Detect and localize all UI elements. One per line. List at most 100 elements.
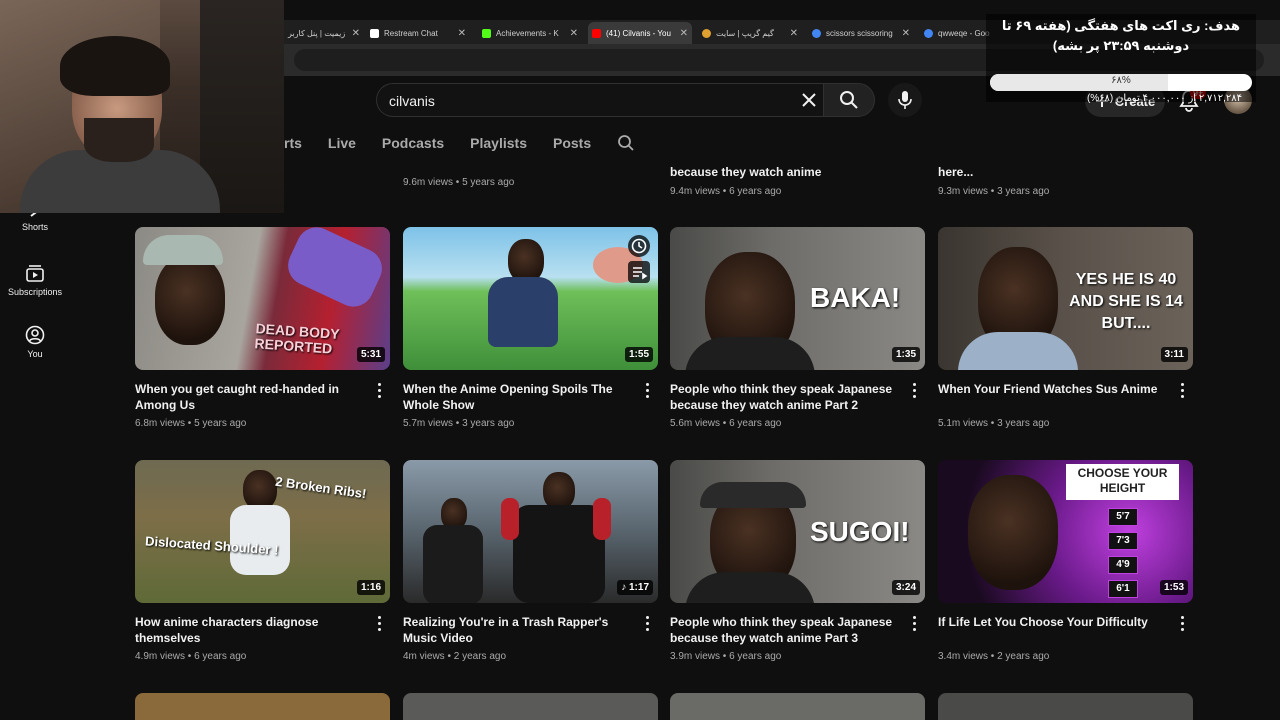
video-thumbnail[interactable] <box>135 693 390 720</box>
tab-shorts[interactable]: rts <box>284 135 302 151</box>
video-title[interactable]: When you get caught red-handed in Among … <box>135 381 367 413</box>
close-icon[interactable]: ✕ <box>570 28 578 39</box>
tab-live[interactable]: Live <box>328 135 356 151</box>
video-thumbnail[interactable]: BAKA! 1:35 <box>670 227 925 370</box>
video-card[interactable]: YES HE IS 40 AND SHE IS 14 BUT.... 3:11 … <box>938 227 1193 429</box>
user-icon <box>25 325 45 345</box>
video-title[interactable]: because they watch anime <box>670 165 821 179</box>
video-title[interactable]: When the Anime Opening Spoils The Whole … <box>403 381 635 413</box>
video-card[interactable]: 1:55 When the Anime Opening Spoils The W… <box>403 227 658 429</box>
site-icon <box>702 28 711 38</box>
browser-tab[interactable]: گیم گریپ | سایت ✕ <box>698 22 802 44</box>
search-input[interactable]: cilvanis <box>389 93 435 109</box>
browser-tab[interactable]: scissors scissoring ✕ <box>808 22 914 44</box>
watch-later-icon[interactable] <box>628 235 650 257</box>
video-card[interactable]: BAKA! 1:35 People who think they speak J… <box>670 227 925 429</box>
close-icon[interactable]: ✕ <box>790 28 798 39</box>
video-thumbnail[interactable] <box>938 693 1193 720</box>
google-icon <box>924 28 933 38</box>
duration-badge: 3:24 <box>891 580 920 595</box>
video-card[interactable]: DEAD BODY REPORTED 5:31 When you get cau… <box>135 227 390 429</box>
clear-search-button[interactable] <box>796 87 822 113</box>
video-thumbnail[interactable]: YES HE IS 40 AND SHE IS 14 BUT.... 3:11 <box>938 227 1193 370</box>
browser-tab[interactable]: زیمیت | پنل کاربر ✕ <box>284 22 364 44</box>
height-option: 7'3 <box>1108 532 1138 550</box>
headband <box>700 482 806 508</box>
more-options-icon[interactable] <box>907 381 921 399</box>
youtube-icon <box>592 28 601 38</box>
height-option: 5'7 <box>1108 508 1138 526</box>
video-thumbnail[interactable]: SUGOI! 3:24 <box>670 460 925 603</box>
close-icon[interactable]: ✕ <box>680 28 688 39</box>
video-thumbnail[interactable] <box>403 693 658 720</box>
video-title[interactable]: People who think they speak Japanese bec… <box>670 381 902 413</box>
channel-tabs: rts Live Podcasts Playlists Posts <box>284 128 635 158</box>
add-to-queue-icon[interactable] <box>628 261 650 283</box>
video-card[interactable]: ♪ 1:17 Realizing You're in a Trash Rappe… <box>403 460 658 662</box>
video-title[interactable]: How anime characters diagnose themselves <box>135 614 367 646</box>
more-options-icon[interactable] <box>1175 381 1189 399</box>
browser-tab[interactable]: Restream Chat ✕ <box>366 22 470 44</box>
video-thumbnail[interactable]: 2 Broken Ribs! Dislocated Shoulder ! 1:1… <box>135 460 390 603</box>
video-title[interactable]: Realizing You're in a Trash Rapper's Mus… <box>403 614 635 646</box>
restream-icon <box>370 28 379 38</box>
more-options-icon[interactable] <box>640 381 654 399</box>
height-option: 4'9 <box>1108 556 1138 574</box>
voice-search-button[interactable] <box>888 83 922 117</box>
browser-tab-active[interactable]: (41) Cilvanis - You ✕ <box>588 22 692 44</box>
tab-playlists[interactable]: Playlists <box>470 135 527 151</box>
video-card[interactable]: SUGOI! 3:24 People who think they speak … <box>670 460 925 662</box>
subscriptions-icon <box>26 265 44 282</box>
tab-podcasts[interactable]: Podcasts <box>382 135 444 151</box>
search-icon[interactable] <box>617 134 635 152</box>
browser-tab[interactable]: Achievements - K ✕ <box>478 22 582 44</box>
tab-posts[interactable]: Posts <box>553 135 591 151</box>
sidebar-item-subscriptions[interactable]: Subscriptions <box>0 263 70 297</box>
video-title[interactable]: If Life Let You Choose Your Difficulty <box>938 614 1170 646</box>
duration-badge: 5:31 <box>356 347 385 362</box>
more-options-icon[interactable] <box>1175 614 1189 632</box>
video-thumbnail[interactable]: 1:55 <box>403 227 658 370</box>
goal-amount: ۲,۷۱۲,۲۸۴ از ۴,۰۰۰,۰۰۰ تومان (۶۸%) <box>1086 93 1242 104</box>
sidebar-item-you[interactable]: You <box>0 325 70 359</box>
video-thumbnail[interactable]: DEAD BODY REPORTED 5:31 <box>135 227 390 370</box>
video-meta: because they watch anime 9.4m views • 6 … <box>670 165 822 197</box>
close-icon[interactable]: ✕ <box>458 28 466 39</box>
duration-badge: 1:35 <box>891 347 920 362</box>
kick-icon <box>482 28 491 38</box>
video-meta: 9.6m views • 5 years ago <box>403 177 515 188</box>
video-title[interactable]: here... <box>938 165 1049 179</box>
microphone-icon <box>898 91 912 109</box>
close-icon[interactable]: ✕ <box>902 28 910 39</box>
more-options-icon[interactable] <box>372 381 386 399</box>
duration-badge: 1:55 <box>624 347 653 362</box>
search-icon <box>840 91 858 109</box>
goal-title: هدف: ری اکت های هفتگی (هفته ۶۹ تا دوشنبه… <box>1001 18 1241 53</box>
video-thumbnail[interactable]: ♪ 1:17 <box>403 460 658 603</box>
video-title[interactable]: People who think they speak Japanese bec… <box>670 614 902 646</box>
more-options-icon[interactable] <box>372 614 386 632</box>
hoodie <box>488 277 558 347</box>
more-options-icon[interactable] <box>640 614 654 632</box>
video-card[interactable]: 2 Broken Ribs! Dislocated Shoulder ! 1:1… <box>135 460 390 662</box>
thumbnail-caption: SUGOI! <box>810 516 910 547</box>
duration-badge: 1:53 <box>1159 580 1188 595</box>
duration-badge: ♪ 1:17 <box>617 580 653 595</box>
close-icon[interactable]: ✕ <box>352 28 360 39</box>
search-button[interactable] <box>823 83 875 117</box>
video-card[interactable]: CHOOSE YOUR HEIGHT 5'7 7'3 4'9 6'1 1:53 … <box>938 460 1193 662</box>
donation-goal-overlay: هدف: ری اکت های هفتگی (هفته ۶۹ تا دوشنبه… <box>986 14 1256 104</box>
video-thumbnail[interactable] <box>670 693 925 720</box>
goal-progress-bar: ۶۸% <box>990 74 1252 91</box>
webcam-overlay <box>0 0 284 213</box>
video-thumbnail[interactable]: CHOOSE YOUR HEIGHT 5'7 7'3 4'9 6'1 1:53 <box>938 460 1193 603</box>
video-title[interactable]: When Your Friend Watches Sus Anime <box>938 381 1170 413</box>
thumbnail-caption: CHOOSE YOUR HEIGHT <box>1077 466 1168 495</box>
height-option: 6'1 <box>1108 580 1138 598</box>
duration-badge: 1:16 <box>356 580 385 595</box>
thumbnail-caption: BAKA! <box>810 282 901 313</box>
search-box[interactable]: cilvanis <box>376 83 823 117</box>
thumbnail-caption: DEAD BODY REPORTED <box>254 320 340 357</box>
more-options-icon[interactable] <box>907 614 921 632</box>
thumbnail-caption: YES HE IS 40 AND SHE IS 14 BUT.... <box>1069 271 1183 332</box>
